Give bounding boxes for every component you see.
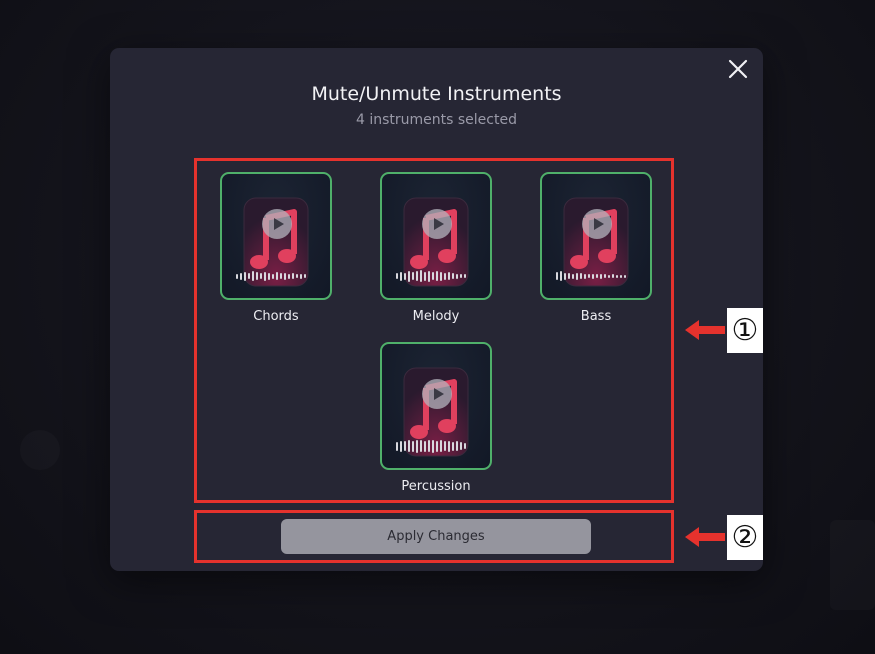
close-button[interactable] xyxy=(725,56,751,82)
background-panel xyxy=(830,520,875,610)
selection-count: 4 instruments selected xyxy=(356,112,517,128)
arrow-left-icon xyxy=(685,320,725,340)
arrow-left-icon xyxy=(685,527,725,547)
modal-title: Mute/Unmute Instruments xyxy=(311,83,562,105)
close-icon xyxy=(728,59,748,79)
annotation-badge-2: ② xyxy=(727,515,763,560)
callout-instrument-grid xyxy=(194,158,674,503)
annotation-badge-1: ① xyxy=(727,308,763,353)
callout-apply-button xyxy=(194,510,674,563)
background-control xyxy=(20,430,60,470)
